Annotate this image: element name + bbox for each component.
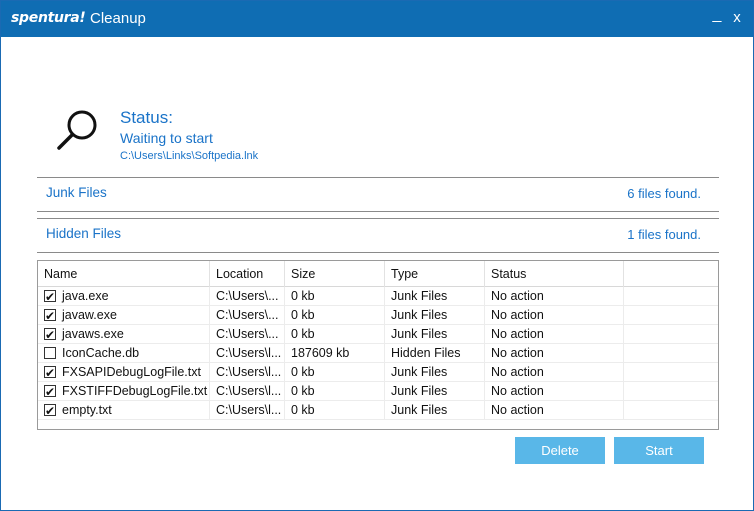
cell-size: 187609 kb	[285, 344, 385, 363]
junk-files-title: Junk Files	[46, 185, 107, 200]
hidden-files-title: Hidden Files	[46, 226, 122, 241]
cell-size: 0 kb	[285, 382, 385, 401]
cell-status: No action	[485, 325, 624, 344]
table-row[interactable]: FXSAPIDebugLogFile.txt C:\Users\l...0 kbJ…	[38, 363, 718, 382]
table-row[interactable]: javaw.exe C:\Users\...0 kbJunk FilesNo ac…	[38, 306, 718, 325]
cell-location: C:\Users\l...	[210, 363, 285, 382]
cell-location: C:\Users\...	[210, 306, 285, 325]
cell-type: Junk Files	[385, 382, 485, 401]
column-header-name[interactable]: Name	[38, 261, 210, 287]
row-checkbox[interactable]	[44, 383, 56, 401]
table-row[interactable]: empty.txt C:\Users\l...0 kbJunk FilesNo a…	[38, 401, 718, 420]
cell-type: Hidden Files	[385, 344, 485, 363]
cell-location: C:\Users\...	[210, 325, 285, 344]
column-header-location[interactable]: Location	[210, 261, 285, 287]
cell-type: Junk Files	[385, 325, 485, 344]
table-row[interactable]: javaws.exe C:\Users\...0 kbJunk FilesNo a…	[38, 325, 718, 344]
cell-status: No action	[485, 306, 624, 325]
cell-location: C:\Users\...	[210, 287, 285, 306]
cell-name: FXSAPIDebugLogFile.txt	[38, 363, 210, 382]
column-header-size[interactable]: Size	[285, 261, 385, 287]
file-name: IconCache.db	[62, 346, 140, 360]
cell-size: 0 kb	[285, 325, 385, 344]
row-checkbox[interactable]	[44, 347, 56, 359]
cell-type: Junk Files	[385, 306, 485, 325]
cell-name: java.exe	[38, 287, 210, 306]
cell-status: No action	[485, 382, 624, 401]
row-checkbox[interactable]	[44, 326, 56, 344]
column-header-status[interactable]: Status	[485, 261, 624, 287]
cell-size: 0 kb	[285, 287, 385, 306]
delete-button[interactable]: Delete	[515, 437, 605, 464]
file-name: java.exe	[62, 289, 109, 303]
divider	[37, 211, 719, 212]
cell-type: Junk Files	[385, 401, 485, 420]
cell-location: C:\Users\l...	[210, 401, 285, 420]
cell-size: 0 kb	[285, 306, 385, 325]
status-text: Waiting to start	[120, 130, 213, 146]
cell-size: 0 kb	[285, 401, 385, 420]
file-name: javaw.exe	[62, 308, 117, 322]
cell-status: No action	[485, 401, 624, 420]
cell-name: IconCache.db	[38, 344, 210, 363]
cell-status: No action	[485, 344, 624, 363]
table-row[interactable]: IconCache.db C:\Users\l... 187609 kb Hidden…	[38, 344, 718, 363]
status-label: Status:	[120, 108, 173, 127]
column-header-type[interactable]: Type	[385, 261, 485, 287]
cell-name: javaw.exe	[38, 306, 210, 325]
table-header: Name Location Size Type Status	[38, 261, 718, 287]
search-icon	[57, 110, 97, 150]
file-name: FXSAPIDebugLogFile.txt	[62, 365, 201, 379]
row-checkbox[interactable]	[44, 402, 56, 420]
cell-name: FXSTIFFDebugLogFile.txt	[38, 382, 210, 401]
file-name: empty.txt	[62, 403, 112, 417]
cell-size: 0 kb	[285, 363, 385, 382]
title-bar: spentura! Cleanup _ x	[1, 1, 753, 37]
cell-type: Junk Files	[385, 363, 485, 382]
cell-status: No action	[485, 287, 624, 306]
status-path: C:\Users\Links\Softpedia.lnk	[120, 150, 259, 162]
cell-type: Junk Files	[385, 287, 485, 306]
minimize-button[interactable]: _	[707, 6, 727, 24]
hidden-files-section[interactable]: Hidden Files 1 files found.	[37, 219, 719, 249]
row-checkbox[interactable]	[44, 288, 56, 306]
start-button[interactable]: Start	[614, 437, 704, 464]
cell-name: empty.txt	[38, 401, 210, 420]
files-table: Name Location Size Type Status java.exe C…	[37, 260, 719, 430]
cell-location: C:\Users\l...	[210, 344, 285, 363]
junk-files-count: 6 files found.	[627, 186, 701, 201]
table-row[interactable]: java.exe C:\Users\...0 kbJunk FilesNo act…	[38, 287, 718, 306]
brand-logo: spentura!	[11, 10, 86, 26]
divider	[37, 252, 719, 253]
cleanup-window: spentura! Cleanup _ x Status: Waiting to…	[0, 0, 754, 511]
window-title: Cleanup	[90, 10, 146, 27]
hidden-files-count: 1 files found.	[627, 227, 701, 242]
table-row[interactable]: FXSTIFFDebugLogFile.txtC:\Users\l...0 kb…	[38, 382, 718, 401]
file-name: javaws.exe	[62, 327, 124, 341]
close-button[interactable]: x	[727, 9, 747, 26]
row-checkbox[interactable]	[44, 307, 56, 325]
junk-files-section[interactable]: Junk Files 6 files found.	[37, 178, 719, 208]
cell-location: C:\Users\l...	[210, 382, 285, 401]
row-checkbox[interactable]	[44, 364, 56, 382]
cell-status: No action	[485, 363, 624, 382]
cell-name: javaws.exe	[38, 325, 210, 344]
file-name: FXSTIFFDebugLogFile.txt	[62, 384, 208, 398]
